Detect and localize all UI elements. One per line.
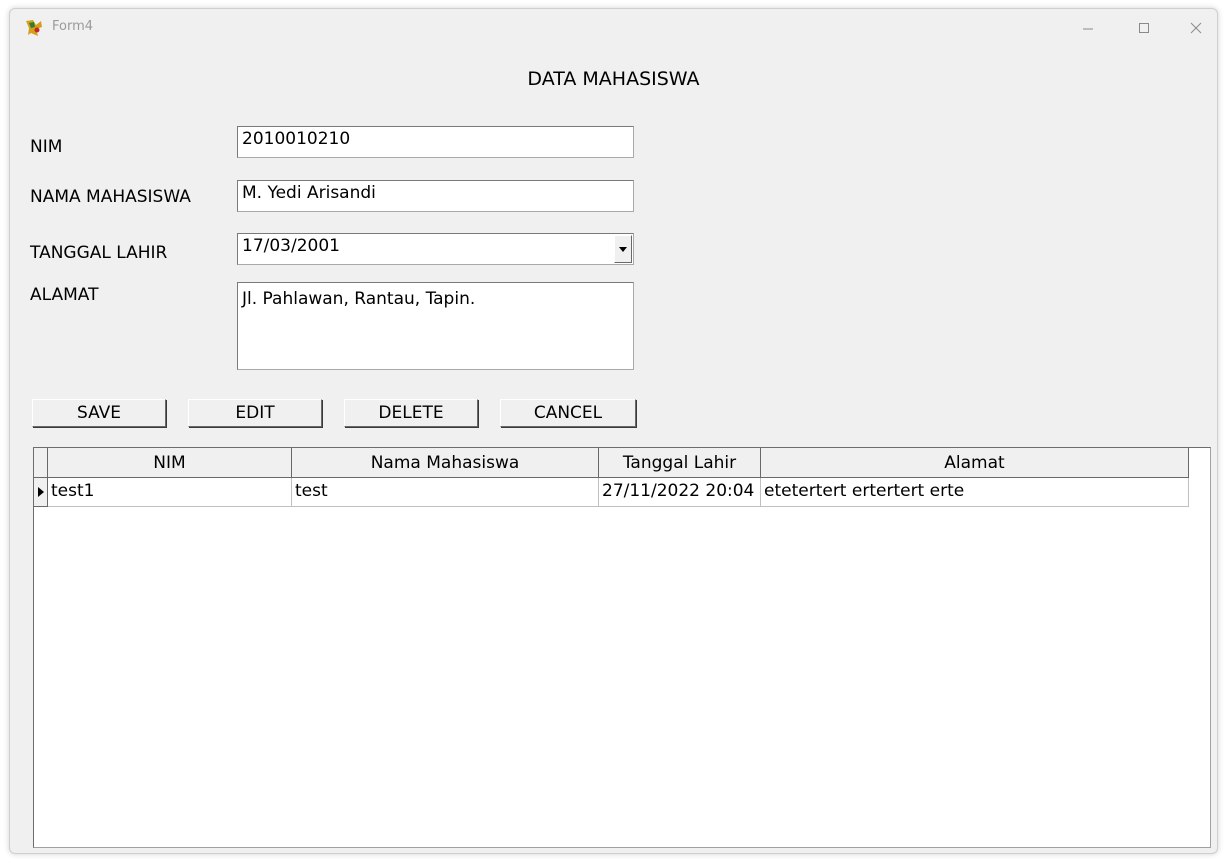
column-header-tanggal-lahir[interactable]: Tanggal Lahir bbox=[599, 448, 761, 478]
tanggal-lahir-combo[interactable]: 17/03/2001 bbox=[237, 233, 634, 265]
current-row-arrow-icon bbox=[37, 487, 44, 497]
grid-corner-cell bbox=[34, 448, 48, 478]
delete-button[interactable]: DELETE bbox=[344, 399, 478, 427]
dropdown-arrow-icon[interactable] bbox=[614, 235, 632, 263]
delphi-app-icon bbox=[24, 19, 44, 37]
save-button[interactable]: SAVE bbox=[32, 399, 166, 427]
alamat-memo[interactable]: Jl. Pahlawan, Rantau, Tapin. bbox=[237, 282, 634, 370]
cancel-button[interactable]: CANCEL bbox=[500, 399, 636, 427]
maximize-icon[interactable] bbox=[1124, 13, 1164, 43]
table-cell-tanggal-lahir[interactable]: 27/11/2022 20:04 bbox=[599, 478, 761, 507]
window-title: Form4 bbox=[52, 19, 94, 34]
tanggal-lahir-label: TANGGAL LAHIR bbox=[30, 243, 168, 263]
nim-label: NIM bbox=[30, 137, 63, 157]
close-icon[interactable] bbox=[1176, 13, 1216, 43]
title-bar: Form4 bbox=[10, 9, 1217, 47]
alamat-label: ALAMAT bbox=[30, 285, 99, 305]
page-title: DATA MAHASISWA bbox=[527, 68, 700, 90]
column-header-nama-mahasiswa[interactable]: Nama Mahasiswa bbox=[292, 448, 599, 478]
data-grid[interactable]: NIM Nama Mahasiswa Tanggal Lahir Alamat … bbox=[33, 447, 1211, 848]
form4-window: Form4 DATA MAHASISWA NIM 2010010210 NAMA… bbox=[9, 8, 1218, 854]
nama-mahasiswa-label: NAMA MAHASISWA bbox=[30, 187, 191, 207]
table-cell-nim[interactable]: test1 bbox=[48, 478, 292, 507]
table-cell-alamat[interactable]: etetertert ertertert erte bbox=[761, 478, 1189, 507]
edit-button[interactable]: EDIT bbox=[188, 399, 322, 427]
column-header-nim[interactable]: NIM bbox=[48, 448, 292, 478]
tanggal-lahir-value: 17/03/2001 bbox=[242, 236, 340, 256]
nim-field[interactable]: 2010010210 bbox=[237, 126, 634, 158]
table-cell-nama-mahasiswa[interactable]: test bbox=[292, 478, 599, 507]
minimize-icon[interactable] bbox=[1068, 13, 1108, 43]
column-header-alamat[interactable]: Alamat bbox=[761, 448, 1189, 478]
row-indicator-cell[interactable] bbox=[34, 478, 48, 507]
nama-mahasiswa-field[interactable]: M. Yedi Arisandi bbox=[237, 180, 634, 212]
